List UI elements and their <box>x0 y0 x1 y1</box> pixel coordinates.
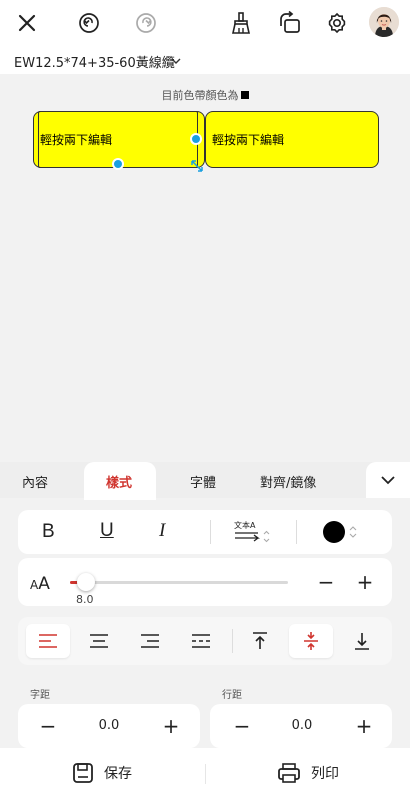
char-spacing-stepper: − 0.0 + <box>18 704 200 748</box>
top-toolbar <box>0 0 410 46</box>
italic-button[interactable]: I <box>159 520 165 542</box>
align-justify-button[interactable] <box>179 624 223 658</box>
align-left-button[interactable] <box>26 624 70 658</box>
tab-font[interactable]: 字體 <box>190 472 216 491</box>
font-size-increase-button[interactable]: + <box>355 570 375 594</box>
label-name-bar[interactable]: EW12.5*74+35-60黃線纜 <box>0 46 410 74</box>
text-format-row: B U I 文本A <box>18 510 392 554</box>
valign-bottom-button[interactable] <box>340 624 384 658</box>
ribbon-color-hint: 目前色帶顏色為 <box>161 89 239 102</box>
line-spacing-decrease-button[interactable]: − <box>232 714 252 738</box>
direction-arrow-icon <box>235 530 270 543</box>
font-size-value: 8.0 <box>76 593 94 606</box>
alignment-row <box>18 617 392 665</box>
printer-icon <box>278 763 300 783</box>
line-spacing-label: 行距 <box>222 690 242 701</box>
close-icon[interactable] <box>12 8 42 38</box>
align-left-icon <box>39 634 57 648</box>
tab-content[interactable]: 內容 <box>22 472 48 491</box>
save-icon <box>73 763 93 783</box>
rotate-icon[interactable] <box>275 8 305 38</box>
tab-align-mirror[interactable]: 對齊/鏡像 <box>260 472 316 491</box>
text-direction-button[interactable]: 文本A <box>234 520 274 544</box>
resize-handle-bottom[interactable] <box>112 158 124 170</box>
align-right-icon <box>141 634 159 648</box>
font-size-icon: AA <box>30 574 50 594</box>
collapse-panel-button[interactable] <box>366 462 410 498</box>
valign-top-icon <box>253 632 267 649</box>
line-spacing-stepper: − 0.0 + <box>210 704 392 748</box>
print-label: 列印 <box>311 766 339 782</box>
line-spacing-increase-button[interactable]: + <box>354 714 374 738</box>
valign-top-button[interactable] <box>238 624 282 658</box>
avatar[interactable] <box>369 7 399 37</box>
label-name: EW12.5*74+35-60黃線纜 <box>14 56 175 71</box>
valign-middle-icon <box>304 632 318 650</box>
color-stepper-icon[interactable] <box>348 526 358 538</box>
settings-icon[interactable] <box>322 8 352 38</box>
chevron-down-icon <box>381 476 395 485</box>
save-button[interactable]: 保存 <box>72 762 132 784</box>
char-spacing-label: 字距 <box>30 690 50 701</box>
tab-bar: 內容 樣式 字體 對齊/鏡像 <box>0 462 410 500</box>
char-spacing-decrease-button[interactable]: − <box>38 714 58 738</box>
bold-button[interactable]: B <box>42 521 55 543</box>
label-canvas[interactable]: 目前色帶顏色為 輕按兩下編輯 輕按兩下編輯 <box>0 74 410 462</box>
resize-corner-icon[interactable] <box>190 158 204 177</box>
resize-handle-right[interactable] <box>190 133 202 145</box>
print-button[interactable]: 列印 <box>277 762 339 784</box>
tab-style[interactable]: 樣式 <box>106 472 132 491</box>
cell-text: 輕按兩下編輯 <box>212 133 285 147</box>
char-spacing-increase-button[interactable]: + <box>161 714 181 738</box>
label-cell-2[interactable]: 輕按兩下編輯 <box>205 111 379 168</box>
clear-brush-icon[interactable] <box>226 8 256 38</box>
align-right-button[interactable] <box>128 624 172 658</box>
valign-bottom-icon <box>355 633 369 650</box>
text-color-swatch[interactable] <box>323 521 345 543</box>
align-center-button[interactable] <box>77 624 121 658</box>
align-justify-icon <box>192 634 210 648</box>
chevron-down-icon[interactable] <box>170 52 182 71</box>
font-size-slider-track[interactable] <box>70 581 288 584</box>
bottom-action-bar: 保存 列印 <box>0 748 410 800</box>
save-label: 保存 <box>104 766 132 782</box>
underline-button[interactable]: U <box>100 520 114 542</box>
valign-middle-button[interactable] <box>289 624 333 658</box>
font-size-decrease-button[interactable]: − <box>316 570 336 594</box>
undo-icon[interactable] <box>74 8 104 38</box>
line-spacing-value: 0.0 <box>291 718 313 733</box>
align-center-icon <box>90 634 108 648</box>
char-spacing-value: 0.0 <box>98 718 120 733</box>
ribbon-color-swatch <box>240 91 249 99</box>
redo-icon[interactable] <box>131 8 161 38</box>
